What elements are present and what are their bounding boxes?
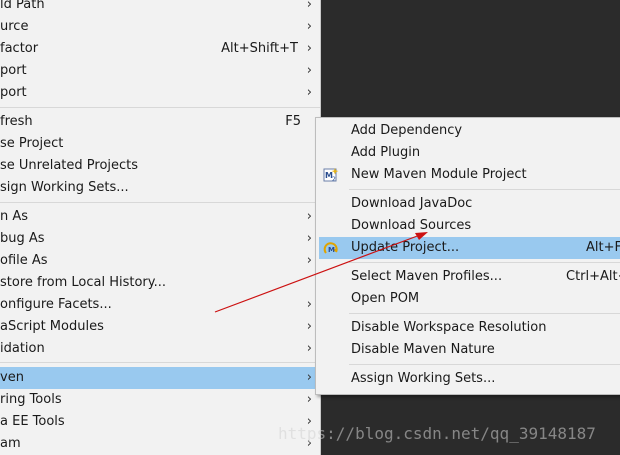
menu-item-label: am xyxy=(0,436,21,451)
maven-new-module-icon: M 2 xyxy=(323,168,339,183)
menu-item-restore-local-history[interactable]: store from Local History... xyxy=(0,272,320,294)
menu-item-label: Disable Maven Nature xyxy=(351,342,495,357)
submenu-item-disable-workspace-resolution[interactable]: Disable Workspace Resolution xyxy=(319,317,620,339)
menu-item-label: store from Local History... xyxy=(0,275,167,290)
menu-item-label: New Maven Module Project xyxy=(351,167,527,182)
menu-item-label: ven xyxy=(0,370,24,385)
menu-item-label: a EE Tools xyxy=(0,414,65,429)
menu-item-label: Select Maven Profiles... xyxy=(351,269,503,284)
menu-item-team[interactable]: am › xyxy=(0,433,320,455)
menu-item-label: Disable Workspace Resolution xyxy=(351,320,547,335)
submenu-arrow-icon: › xyxy=(306,231,312,246)
submenu-item-disable-maven-nature[interactable]: Disable Maven Nature xyxy=(319,339,620,361)
menu-item-label: Update Project... xyxy=(351,240,460,255)
menu-item-label: Open POM xyxy=(351,291,420,306)
submenu-arrow-icon: › xyxy=(306,319,312,334)
menu-item-validation[interactable]: idation › xyxy=(0,338,320,360)
submenu-item-new-maven-module-project[interactable]: M 2 New Maven Module Project xyxy=(319,164,620,186)
menu-item-assign-working-sets[interactable]: sign Working Sets... xyxy=(0,177,320,199)
menu-item-close-unrelated-projects[interactable]: se Unrelated Projects xyxy=(0,155,320,177)
menu-item-label: bug As xyxy=(0,231,45,246)
submenu-arrow-icon: › xyxy=(306,41,312,56)
submenu-item-download-sources[interactable]: Download Sources xyxy=(319,215,620,237)
menu-item-label: onfigure Facets... xyxy=(0,297,112,312)
menu-item-label: Download JavaDoc xyxy=(351,196,473,211)
menu-item-refresh[interactable]: fresh F5 xyxy=(0,111,320,133)
submenu-item-download-javadoc[interactable]: Download JavaDoc xyxy=(319,193,620,215)
svg-text:2: 2 xyxy=(332,176,336,183)
submenu-item-select-maven-profiles[interactable]: Select Maven Profiles... Ctrl+Alt+P xyxy=(319,266,620,288)
menu-item-refactor[interactable]: factor Alt+Shift+T › xyxy=(0,38,320,60)
menu-separator xyxy=(0,107,320,108)
menu-item-shortcut: Alt+F5 xyxy=(586,240,620,255)
menu-item-debug-as[interactable]: bug As › xyxy=(0,228,320,250)
menu-separator xyxy=(349,189,620,190)
submenu-arrow-icon: › xyxy=(306,253,312,268)
submenu-arrow-icon: › xyxy=(306,370,312,385)
submenu-arrow-icon: › xyxy=(306,63,312,78)
menu-item-label: n As xyxy=(0,209,29,224)
menu-item-configure-facets[interactable]: onfigure Facets... › xyxy=(0,294,320,316)
menu-separator xyxy=(0,202,320,203)
submenu-item-update-project[interactable]: M Update Project... Alt+F5 xyxy=(319,237,620,259)
menu-item-shortcut: F5 xyxy=(285,114,301,129)
menu-item-maven[interactable]: ven › xyxy=(0,367,320,389)
maven-submenu: Add Dependency Add Plugin M 2 New Maven … xyxy=(315,117,620,395)
menu-separator xyxy=(349,313,620,314)
submenu-item-open-pom[interactable]: Open POM xyxy=(319,288,620,310)
menu-item-shortcut: Alt+Shift+T xyxy=(221,41,298,56)
menu-item-label: sign Working Sets... xyxy=(0,180,129,195)
menu-item-label: ofile As xyxy=(0,253,48,268)
menu-item-profile-as[interactable]: ofile As › xyxy=(0,250,320,272)
menu-item-label: ld Path xyxy=(0,0,45,12)
watermark-text: https://blog.csdn.net/qq_39148187 xyxy=(278,424,596,443)
menu-separator xyxy=(349,262,620,263)
menu-item-build-path[interactable]: ld Path › xyxy=(0,0,320,16)
menu-separator xyxy=(0,362,320,363)
menu-item-label: Add Dependency xyxy=(351,123,463,138)
submenu-arrow-icon: › xyxy=(306,19,312,34)
menu-item-shortcut: Ctrl+Alt+P xyxy=(566,269,620,284)
menu-item-label: Add Plugin xyxy=(351,145,421,160)
menu-item-label: Download Sources xyxy=(351,218,472,233)
menu-item-source[interactable]: urce › xyxy=(0,16,320,38)
submenu-arrow-icon: › xyxy=(306,297,312,312)
menu-item-label: urce xyxy=(0,19,29,34)
context-menu: ld Path › urce › factor Alt+Shift+T › po… xyxy=(0,0,321,455)
menu-separator xyxy=(349,364,620,365)
submenu-arrow-icon: › xyxy=(306,341,312,356)
submenu-arrow-icon: › xyxy=(306,85,312,100)
submenu-arrow-icon: › xyxy=(306,209,312,224)
submenu-arrow-icon: › xyxy=(306,392,312,407)
menu-item-label: fresh xyxy=(0,114,33,129)
menu-item-import[interactable]: port › xyxy=(0,60,320,82)
menu-item-label: ring Tools xyxy=(0,392,62,407)
menu-item-label: aScript Modules xyxy=(0,319,104,334)
menu-item-label: port xyxy=(0,85,27,100)
menu-item-label: Assign Working Sets... xyxy=(351,371,496,386)
submenu-arrow-icon: › xyxy=(306,0,312,12)
menu-item-javascript-modules[interactable]: aScript Modules › xyxy=(0,316,320,338)
menu-item-label: idation xyxy=(0,341,45,356)
svg-text:M: M xyxy=(328,246,335,254)
menu-item-export[interactable]: port › xyxy=(0,82,320,104)
submenu-item-add-dependency[interactable]: Add Dependency xyxy=(319,120,620,142)
menu-item-label: se Unrelated Projects xyxy=(0,158,139,173)
menu-item-run-as[interactable]: n As › xyxy=(0,206,320,228)
menu-item-spring-tools[interactable]: ring Tools › xyxy=(0,389,320,411)
menu-item-label: port xyxy=(0,63,27,78)
menu-item-close-project[interactable]: se Project xyxy=(0,133,320,155)
submenu-item-add-plugin[interactable]: Add Plugin xyxy=(319,142,620,164)
menu-item-label: factor xyxy=(0,41,39,56)
menu-item-java-ee-tools[interactable]: a EE Tools › xyxy=(0,411,320,433)
menu-item-label: se Project xyxy=(0,136,64,151)
maven-update-icon: M xyxy=(323,242,338,254)
submenu-item-assign-working-sets[interactable]: Assign Working Sets... xyxy=(319,368,620,390)
